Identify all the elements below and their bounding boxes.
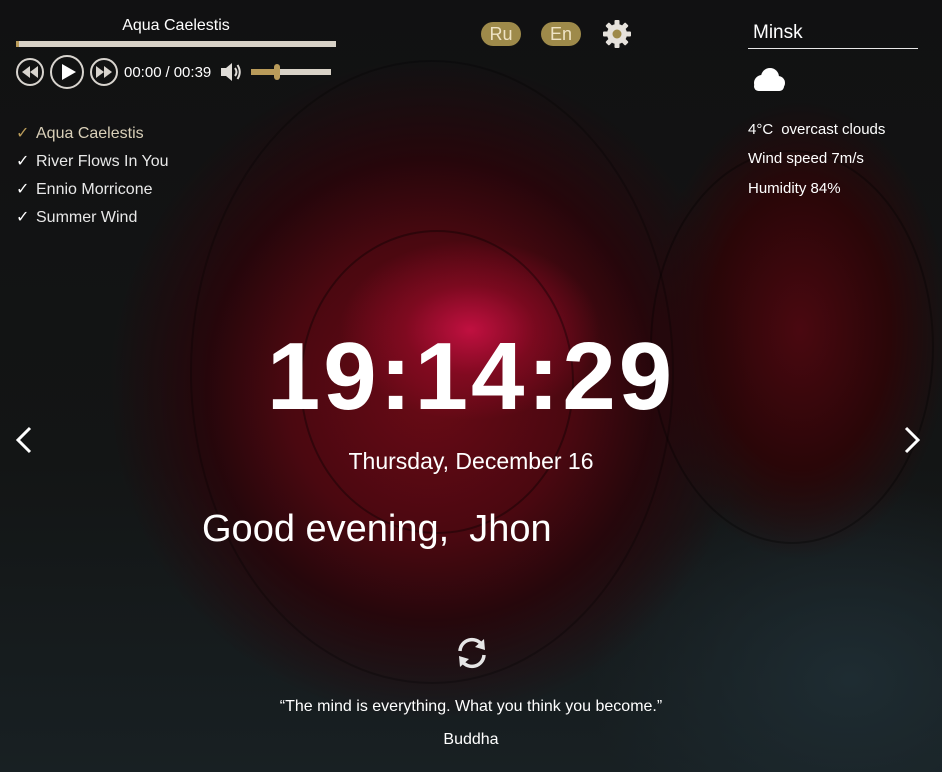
weather-description: overcast clouds: [781, 121, 886, 138]
track-progress-bar[interactable]: [16, 41, 336, 47]
playlist-item[interactable]: ✓ Ennio Morricone: [16, 180, 169, 208]
checkmark-icon: ✓: [16, 125, 30, 142]
city-input[interactable]: Minsk: [748, 18, 918, 49]
cloud-icon: [754, 68, 785, 91]
checkmark-icon: ✓: [16, 209, 30, 226]
checkmark-icon: ✓: [16, 153, 30, 170]
volume-icon[interactable]: [219, 61, 243, 83]
temperature: 4°C: [748, 121, 774, 138]
previous-track-button[interactable]: [16, 58, 44, 86]
fast-forward-icon: [96, 66, 112, 78]
volume-slider[interactable]: [251, 64, 332, 80]
track-progress-fill: [16, 41, 20, 47]
playlist-item-title: Ennio Morricone: [36, 181, 153, 198]
playlist-item-title: Summer Wind: [36, 209, 138, 226]
user-name-input[interactable]: Jhon: [469, 508, 551, 551]
rewind-icon: [22, 66, 38, 78]
quote-text: “The mind is everything. What you think …: [279, 698, 663, 715]
weather-widget: Minsk 4°C overcast clouds Wind speed 7m/s…: [748, 18, 918, 199]
playlist-item[interactable]: ✓ River Flows In You: [16, 152, 169, 180]
current-time: 00:00: [124, 63, 162, 81]
playlist-item[interactable]: ✓ Summer Wind: [16, 208, 169, 236]
chevron-left-icon[interactable]: [12, 424, 36, 456]
time-separator: /: [165, 63, 170, 81]
wind-speed: Wind speed 7m/s: [748, 150, 864, 167]
play-icon: [61, 64, 76, 80]
greeting-text: Good evening,: [202, 508, 450, 550]
next-track-button[interactable]: [90, 58, 118, 86]
playlist: ✓ Aqua Caelestis ✓ River Flows In You ✓ Ennio…: [16, 124, 169, 236]
current-track-title: Aqua Caelestis: [122, 17, 230, 34]
quote-author: Buddha: [443, 731, 499, 748]
checkmark-icon: ✓: [16, 181, 30, 198]
gear-icon[interactable]: [602, 19, 632, 49]
chevron-right-icon[interactable]: [900, 424, 924, 456]
current-date: Thursday, December 16: [348, 448, 594, 474]
play-button[interactable]: [50, 55, 84, 89]
playlist-item-title: River Flows In You: [36, 153, 169, 170]
refresh-quote-icon[interactable]: [454, 635, 490, 671]
greeting: Good evening, Jhon: [202, 508, 552, 551]
playback-time: 00:00/00:39: [124, 64, 211, 81]
language-en-button[interactable]: En: [541, 22, 581, 46]
volume-slider-handle[interactable]: [273, 64, 280, 80]
humidity: Humidity 84%: [748, 180, 841, 197]
player-controls: 00:00/00:39: [16, 55, 336, 89]
clock-time: 19:14:29: [266, 323, 676, 430]
playlist-item-title: Aqua Caelestis: [36, 125, 144, 142]
language-ru-button[interactable]: Ru: [481, 22, 521, 46]
weather-temperature-row: 4°C overcast clouds: [748, 120, 918, 140]
audio-player: Aqua Caelestis 00:00/00:39: [16, 16, 336, 89]
playlist-item[interactable]: ✓ Aqua Caelestis: [16, 124, 169, 152]
track-duration: 00:39: [173, 63, 212, 81]
